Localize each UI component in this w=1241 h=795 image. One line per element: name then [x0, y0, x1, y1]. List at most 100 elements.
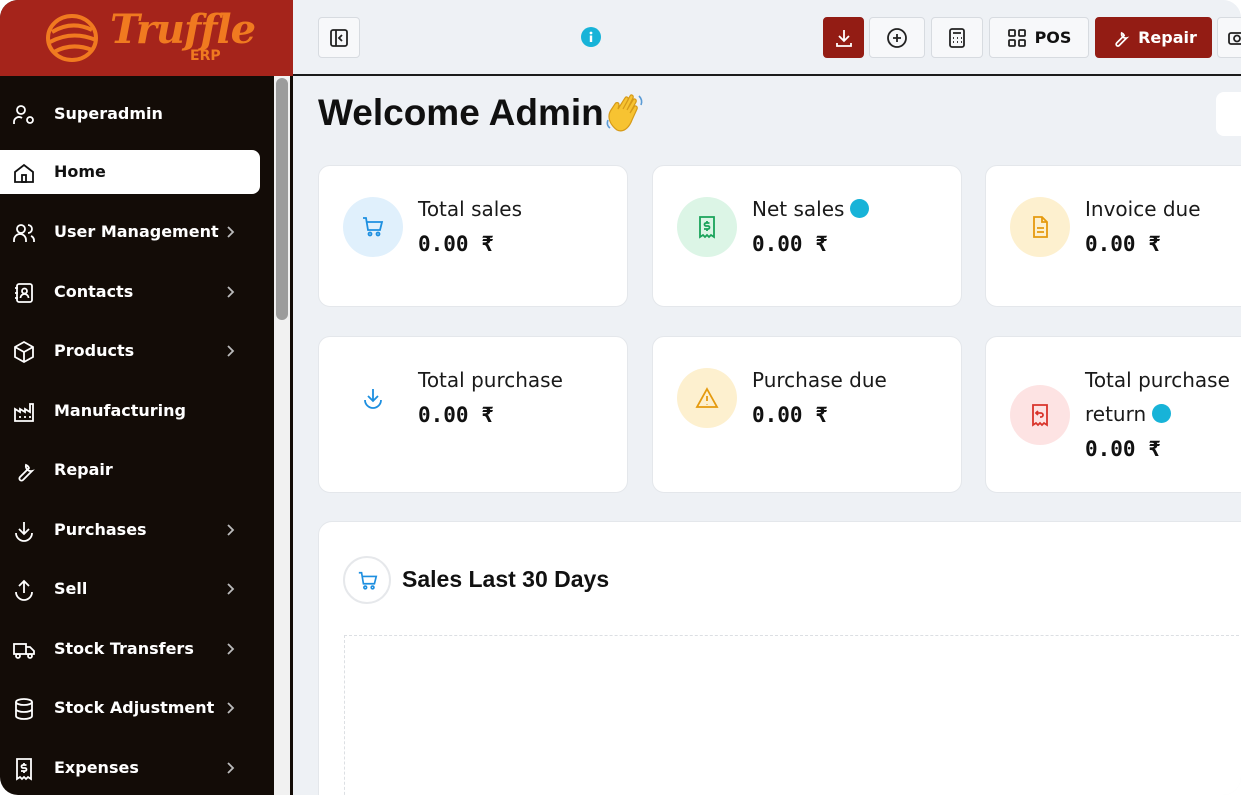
sidebar-item-label: Stock Transfers — [54, 639, 194, 658]
sales-chart-title: Sales Last 30 Days — [402, 566, 610, 592]
database-icon — [15, 698, 33, 720]
stat-label: Net sales — [752, 197, 845, 221]
sidebar-item-products[interactable]: Products — [0, 329, 260, 373]
toggle-sidebar-button[interactable] — [318, 17, 360, 58]
stat-label: Invoice due — [1085, 197, 1201, 221]
stat-label: return — [1085, 402, 1147, 426]
arrow-up-circle-icon — [15, 579, 33, 601]
sales-chart-area — [344, 635, 1241, 795]
sidebar-item-label: Expenses — [54, 758, 139, 777]
camera-icon — [1228, 31, 1241, 45]
chevron-right-icon — [227, 286, 235, 298]
sidebar-item-label: User Management — [54, 222, 219, 241]
repair-button[interactable]: Repair — [1095, 17, 1212, 58]
add-button[interactable] — [869, 17, 925, 58]
stat-card-total-purchase-return: Total purchase return 0.00 ₹ — [985, 336, 1241, 493]
sidebar-item-label: Repair — [54, 460, 113, 479]
sidebar-item-label: Products — [54, 341, 135, 360]
document-icon — [1010, 197, 1070, 257]
home-icon — [14, 163, 34, 183]
chevron-right-icon — [227, 762, 235, 774]
chevron-right-icon — [227, 524, 235, 536]
receipt-return-icon — [1010, 385, 1070, 445]
wrench-icon — [1115, 31, 1130, 47]
download-button[interactable] — [823, 17, 864, 58]
stat-label-wrap: return — [1085, 402, 1172, 426]
stat-label: Total purchase — [418, 368, 563, 392]
sidebar-scroll-thumb[interactable] — [276, 78, 288, 320]
receipt-dollar-icon — [16, 758, 32, 781]
user-cog-icon — [13, 105, 34, 124]
sidebar-item-label: Manufacturing — [54, 401, 186, 420]
stat-value: 0.00 ₹ — [1085, 437, 1161, 461]
sidebar-item-stock-transfers[interactable]: Stock Transfers — [0, 627, 260, 671]
plus-circle-icon — [887, 27, 907, 48]
sidebar-item-label: Superadmin — [54, 104, 163, 123]
sidebar-item-sell[interactable]: Sell — [0, 567, 260, 611]
truck-icon — [13, 643, 35, 659]
sidebar: Truffle ERP Superadmin Home User Managem… — [0, 0, 293, 795]
info-icon[interactable] — [850, 199, 870, 218]
truffle-logo-icon — [46, 14, 98, 62]
sidebar-item-label: Purchases — [54, 520, 147, 539]
download-icon — [343, 368, 403, 428]
factory-icon — [14, 403, 34, 422]
brand-name: Truffle — [110, 6, 256, 53]
address-book-icon — [15, 283, 33, 303]
sidebar-item-user-management[interactable]: User Management — [0, 210, 260, 254]
info-icon[interactable] — [581, 27, 601, 47]
users-icon — [13, 224, 35, 242]
sidebar-item-home[interactable]: Home — [0, 150, 260, 194]
repair-label: Repair — [1138, 28, 1197, 47]
brand-sub: ERP — [190, 48, 221, 64]
chevron-right-icon — [227, 643, 235, 655]
waving-hand-icon — [606, 94, 643, 132]
dollar-receipt-icon — [677, 197, 737, 257]
grid-icon — [1007, 28, 1026, 47]
chevron-right-icon — [227, 226, 235, 238]
stat-value: 0.00 ₹ — [1085, 232, 1161, 256]
stat-value: 0.00 ₹ — [752, 232, 828, 256]
sidebar-item-contacts[interactable]: Contacts — [0, 270, 260, 314]
stat-label: Total sales — [418, 197, 523, 221]
stat-value: 0.00 ₹ — [752, 403, 828, 427]
sidebar-item-superadmin[interactable]: Superadmin — [0, 92, 260, 136]
cart-icon — [343, 197, 403, 257]
stat-card-net-sales: Net sales 0.00 ₹ — [652, 165, 962, 307]
stat-value: 0.00 ₹ — [418, 232, 494, 256]
sidebar-item-label: Home — [54, 162, 106, 181]
warning-icon — [677, 368, 737, 428]
pos-button[interactable]: POS — [989, 17, 1089, 58]
calculator-button[interactable] — [931, 17, 983, 58]
calculator-icon — [949, 27, 965, 48]
sidebar-item-purchases[interactable]: Purchases — [0, 508, 260, 552]
pos-label: POS — [1034, 28, 1072, 47]
stat-label: Purchase due — [752, 368, 887, 392]
sidebar-item-label: Sell — [54, 579, 88, 598]
download-icon — [835, 29, 852, 47]
info-icon[interactable] — [1152, 404, 1172, 423]
arrow-down-circle-icon — [15, 522, 33, 542]
page-title: Welcome Admin — [318, 92, 604, 133]
cart-icon — [343, 556, 391, 604]
sidebar-item-expenses[interactable]: Expenses — [0, 746, 260, 790]
stat-card-invoice-due: Invoice due 0.00 ₹ — [985, 165, 1241, 307]
date-filter-button[interactable] — [1216, 92, 1241, 136]
chevron-right-icon — [227, 702, 235, 714]
sidebar-item-stock-adjustment[interactable]: Stock Adjustment — [0, 686, 260, 730]
sidebar-toggle-icon — [330, 28, 348, 47]
info-glyph-icon — [589, 31, 593, 42]
app-window: Truffle ERP Superadmin Home User Managem… — [0, 0, 1241, 795]
sidebar-item-manufacturing[interactable]: Manufacturing — [0, 389, 260, 433]
camera-button[interactable] — [1217, 17, 1241, 58]
box-icon — [14, 340, 34, 364]
stat-value: 0.00 ₹ — [418, 403, 494, 427]
sidebar-item-repair[interactable]: Repair — [0, 448, 260, 492]
chevron-right-icon — [227, 345, 235, 357]
sidebar-item-label: Contacts — [54, 282, 134, 301]
sidebar-item-label: Stock Adjustment — [54, 698, 215, 717]
stat-label: Total purchase — [1085, 368, 1230, 392]
brand-bar[interactable]: Truffle ERP — [0, 0, 293, 76]
wrench-icon — [18, 463, 35, 482]
chevron-right-icon — [227, 583, 235, 595]
